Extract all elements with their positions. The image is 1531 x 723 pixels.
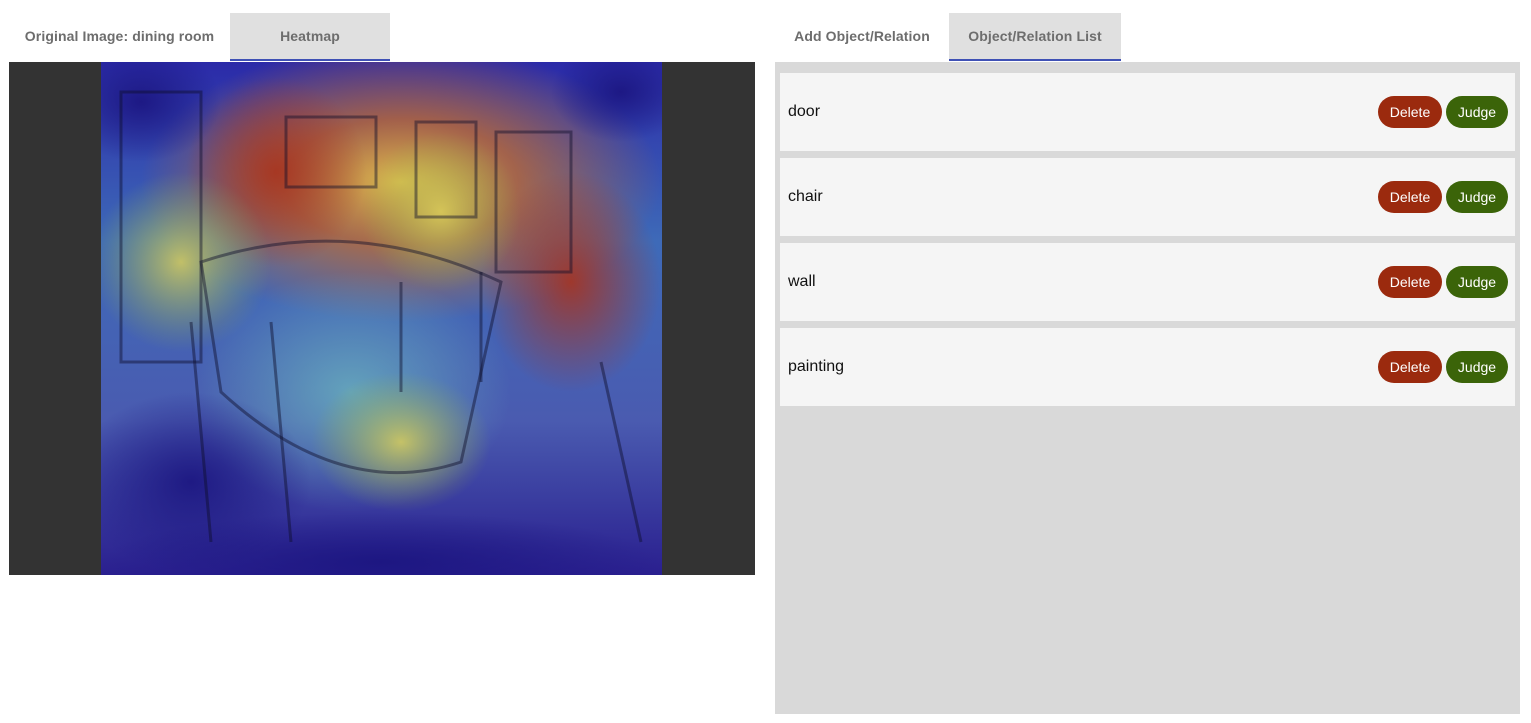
item-actions: Delete Judge [1378,266,1508,298]
tab-add-object-relation[interactable]: Add Object/Relation [775,13,949,61]
judge-button[interactable]: Judge [1446,96,1508,128]
item-actions: Delete Judge [1378,351,1508,383]
image-panel: Original Image: dining room Heatmap [9,13,755,575]
item-actions: Delete Judge [1378,96,1508,128]
delete-button[interactable]: Delete [1378,351,1442,383]
tab-object-relation-list[interactable]: Object/Relation List [949,13,1121,61]
judge-button[interactable]: Judge [1446,351,1508,383]
item-label: chair [788,188,823,205]
object-relation-list: door Delete Judge chair Delete Judge wal… [775,62,1520,714]
delete-button[interactable]: Delete [1378,181,1442,213]
object-tabs: Add Object/Relation Object/Relation List [775,13,1520,61]
judge-button[interactable]: Judge [1446,181,1508,213]
image-tabs: Original Image: dining room Heatmap [9,13,755,61]
delete-button[interactable]: Delete [1378,96,1442,128]
delete-button[interactable]: Delete [1378,266,1442,298]
item-label: door [788,103,821,120]
heatmap-viewer [9,62,755,575]
list-item: chair Delete Judge [780,158,1515,236]
item-label: wall [788,273,816,290]
heatmap-image [101,62,662,575]
tab-heatmap[interactable]: Heatmap [230,13,390,61]
object-panel: Add Object/Relation Object/Relation List… [775,13,1520,714]
list-item: wall Delete Judge [780,243,1515,321]
item-label: painting [788,358,845,375]
list-item: painting Delete Judge [780,328,1515,406]
item-actions: Delete Judge [1378,181,1508,213]
tab-original-image[interactable]: Original Image: dining room [9,13,230,61]
list-item: door Delete Judge [780,73,1515,151]
judge-button[interactable]: Judge [1446,266,1508,298]
